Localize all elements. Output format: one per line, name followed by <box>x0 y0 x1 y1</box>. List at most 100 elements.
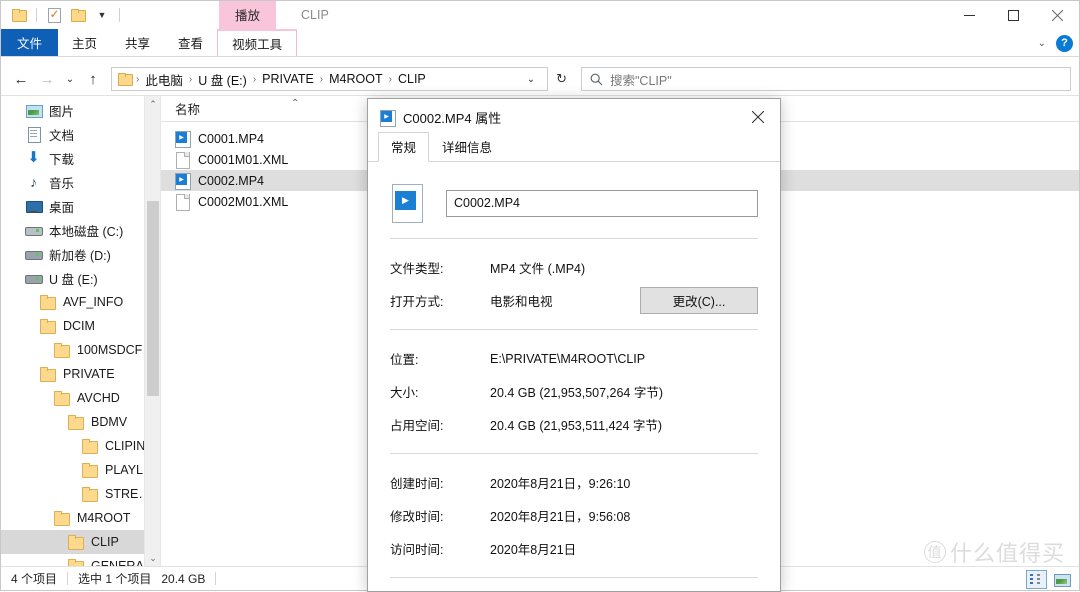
size-on-disk-value: 20.4 GB (21,953,511,424 字节) <box>490 419 663 433</box>
sidebar-item-playlist[interactable]: PLAYLIST <box>1 458 160 482</box>
sort-ascending-icon: ⌃ <box>291 98 300 109</box>
sidebar-item-label: 新加卷 (D:) <box>49 248 111 263</box>
qat-newfolder-button[interactable] <box>68 5 88 25</box>
sidebar-item-stream[interactable]: STREAM <box>1 482 160 506</box>
qat-folder-button[interactable] <box>9 5 29 25</box>
view-mode-buttons <box>1026 567 1071 591</box>
sidebar-item-downloads[interactable]: ⬇ 下载 <box>1 146 160 170</box>
status-divider <box>67 572 69 585</box>
breadcrumb-dropdown-icon[interactable]: ⌄ <box>519 74 543 85</box>
breadcrumb-item-this-pc[interactable]: 此电脑 <box>141 70 187 89</box>
forward-button[interactable]: → <box>35 67 59 91</box>
details-view-icon[interactable] <box>1026 569 1047 589</box>
sidebar-item-udisk-e[interactable]: U 盘 (E:) <box>1 266 160 290</box>
maximize-button[interactable] <box>991 1 1035 29</box>
explorer-window: ▼ 播放 CLIP 文件 主页 共享 查看 视频工具 ⌄ ? <box>0 0 1080 592</box>
change-button[interactable]: 更改(C)... <box>640 287 758 314</box>
column-header-name[interactable]: 名称 <box>175 99 200 118</box>
sidebar-item-avf-info[interactable]: AVF_INFO <box>1 290 160 314</box>
drive-icon <box>25 246 43 262</box>
status-divider <box>215 572 217 585</box>
quick-access-toolbar: ▼ <box>1 1 123 29</box>
help-icon[interactable]: ? <box>1056 34 1073 52</box>
breadcrumb-bar[interactable]: › 此电脑 › U 盘 (E:) › PRIVATE › M4ROOT › CL… <box>111 67 549 91</box>
sidebar-item-label: 下载 <box>49 152 75 167</box>
sidebar-item-pictures[interactable]: 图片 <box>1 98 160 122</box>
sidebar-item-label: GENERAL <box>91 559 151 566</box>
sidebar-item-label: BDMV <box>91 415 128 429</box>
sidebar-item-label: M4ROOT <box>77 511 131 525</box>
sidebar-item-music[interactable]: ♪ 音乐 <box>1 170 160 194</box>
mp4-file-icon <box>175 130 191 148</box>
sidebar-item-100msdcf[interactable]: 100MSDCF <box>1 338 160 362</box>
file-type-label: 文件类型: <box>390 262 444 276</box>
folder-icon <box>12 9 27 22</box>
folder-icon <box>81 486 98 502</box>
scrollbar-thumb[interactable] <box>147 201 159 396</box>
sidebar-item-volume-d[interactable]: 新加卷 (D:) <box>1 242 160 266</box>
breadcrumb-separator: › <box>319 73 324 85</box>
up-button[interactable]: ↑ <box>81 67 105 91</box>
tab-video-tools[interactable]: 视频工具 <box>217 29 298 56</box>
properties-dialog: C0002.MP4 属性 常规 详细信息 C0002.MP4 文件类型: MP4… <box>367 98 781 592</box>
thumbnails-view-icon[interactable] <box>1052 571 1071 588</box>
tab-view[interactable]: 查看 <box>164 29 217 56</box>
accessed-row: 访问时间: 2020年8月21日 <box>390 532 758 565</box>
breadcrumb-item-udisk[interactable]: U 盘 (E:) <box>194 70 251 89</box>
file-name: C0001.MP4 <box>198 131 265 146</box>
dialog-close-button[interactable] <box>736 99 780 135</box>
breadcrumb-item-m4root[interactable]: M4ROOT <box>325 72 386 86</box>
sidebar-item-private[interactable]: PRIVATE <box>1 362 160 386</box>
tab-file[interactable]: 文件 <box>1 29 59 56</box>
modified-label: 修改时间: <box>390 510 444 524</box>
qat-properties-button[interactable] <box>44 5 64 25</box>
breadcrumb-item-clip[interactable]: CLIP <box>394 72 430 86</box>
size-row: 大小: 20.4 GB (21,953,507,264 字节) <box>390 375 758 408</box>
sidebar-item-avchd[interactable]: AVCHD <box>1 386 160 410</box>
scroll-down-icon[interactable]: ⌄ <box>145 550 160 566</box>
back-button[interactable]: ← <box>9 67 33 91</box>
contextual-tab-strip: 播放 <box>219 1 277 29</box>
sidebar-item-label: 文档 <box>49 128 75 143</box>
folder-icon <box>53 390 70 406</box>
size-value: 20.4 GB (21,953,507,264 字节) <box>490 386 664 400</box>
tab-details[interactable]: 详细信息 <box>429 132 505 162</box>
documents-icon <box>25 126 42 143</box>
status-item-count: 4 个项目 <box>11 572 58 586</box>
qat-customize-button[interactable]: ▼ <box>92 5 112 25</box>
qat-divider <box>36 8 37 22</box>
created-value: 2020年8月21日，9:26:10 <box>490 477 631 491</box>
contextual-tab-playback[interactable]: 播放 <box>219 1 277 29</box>
filename-input[interactable]: C0002.MP4 <box>446 189 758 217</box>
sidebar-item-dcim[interactable]: DCIM <box>1 314 160 338</box>
breadcrumb-separator: › <box>252 73 257 85</box>
sidebar-item-documents[interactable]: 文档 <box>1 122 160 146</box>
dialog-title: C0002.MP4 属性 <box>403 110 502 126</box>
properties-icon <box>47 7 61 23</box>
chevron-down-icon[interactable]: ⌄ <box>1038 38 1046 49</box>
size-label: 大小: <box>390 386 419 400</box>
scroll-up-icon[interactable]: ⌃ <box>145 96 160 112</box>
sidebar-item-desktop[interactable]: 桌面 <box>1 194 160 218</box>
sidebar-item-clip[interactable]: CLIP <box>1 530 160 554</box>
tab-general[interactable]: 常规 <box>378 132 430 162</box>
ribbon-right-controls: ⌄ ? <box>1038 29 1073 57</box>
sidebar-item-m4root[interactable]: M4ROOT <box>1 506 160 530</box>
mp4-file-icon <box>390 184 424 223</box>
recent-locations-button[interactable]: ⌄ <box>61 67 79 91</box>
minimize-button[interactable] <box>947 1 991 29</box>
tab-share[interactable]: 共享 <box>111 29 164 56</box>
search-box[interactable]: 搜索"CLIP" <box>581 67 1071 91</box>
sidebar-item-label: AVF_INFO <box>63 295 124 309</box>
sidebar-item-bdmv[interactable]: BDMV <box>1 410 160 434</box>
sidebar-item-general[interactable]: GENERAL <box>1 554 160 566</box>
sidebar-item-clipinf[interactable]: CLIPINF <box>1 434 160 458</box>
folder-icon <box>67 558 84 566</box>
refresh-icon[interactable]: ↻ <box>550 71 573 87</box>
navigation-scrollbar[interactable]: ⌃ ⌄ <box>144 96 160 566</box>
breadcrumb-item-private[interactable]: PRIVATE <box>258 72 318 86</box>
sidebar-item-label: DCIM <box>63 319 95 333</box>
close-button[interactable] <box>1035 1 1079 29</box>
tab-home[interactable]: 主页 <box>58 29 111 56</box>
sidebar-item-local-disk-c[interactable]: 本地磁盘 (C:) <box>1 218 160 242</box>
